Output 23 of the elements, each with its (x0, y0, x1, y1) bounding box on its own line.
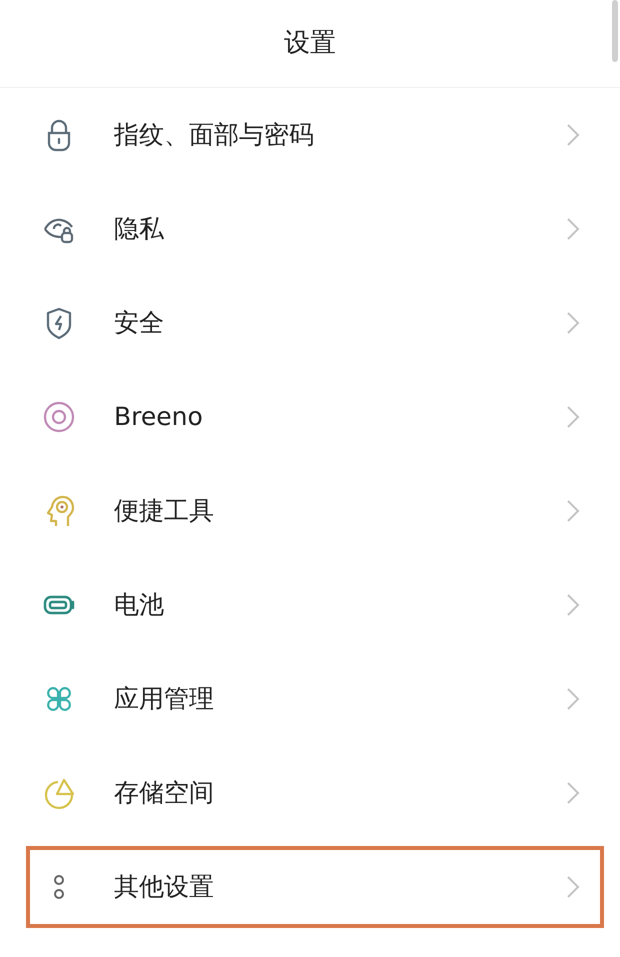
scrollbar (612, 0, 618, 62)
chevron-icon (566, 875, 580, 899)
pie-chart-icon (42, 776, 76, 810)
settings-item[interactable]: 电池 (26, 558, 604, 652)
settings-item[interactable]: 隐私 (26, 182, 604, 276)
chevron-icon (566, 217, 580, 241)
target-icon (42, 400, 76, 434)
chevron-icon (566, 123, 580, 147)
settings-item[interactable]: 安全 (26, 276, 604, 370)
settings-item[interactable]: 便捷工具 (26, 464, 604, 558)
chevron-icon (566, 687, 580, 711)
chevron-icon (566, 593, 580, 617)
chevron-icon (566, 499, 580, 523)
dots-icon (54, 875, 64, 899)
settings-item[interactable]: 其他设置 (26, 846, 604, 928)
settings-item[interactable]: 存储空间 (26, 746, 604, 840)
settings-item[interactable]: 指纹、面部与密码 (26, 88, 604, 182)
page-title: 设置 (284, 27, 336, 60)
chevron-icon (566, 311, 580, 335)
chevron-icon (566, 405, 580, 429)
settings-item[interactable]: 应用管理 (26, 652, 604, 746)
chevron-icon (566, 781, 580, 805)
settings-item[interactable]: Breeno (26, 370, 604, 464)
